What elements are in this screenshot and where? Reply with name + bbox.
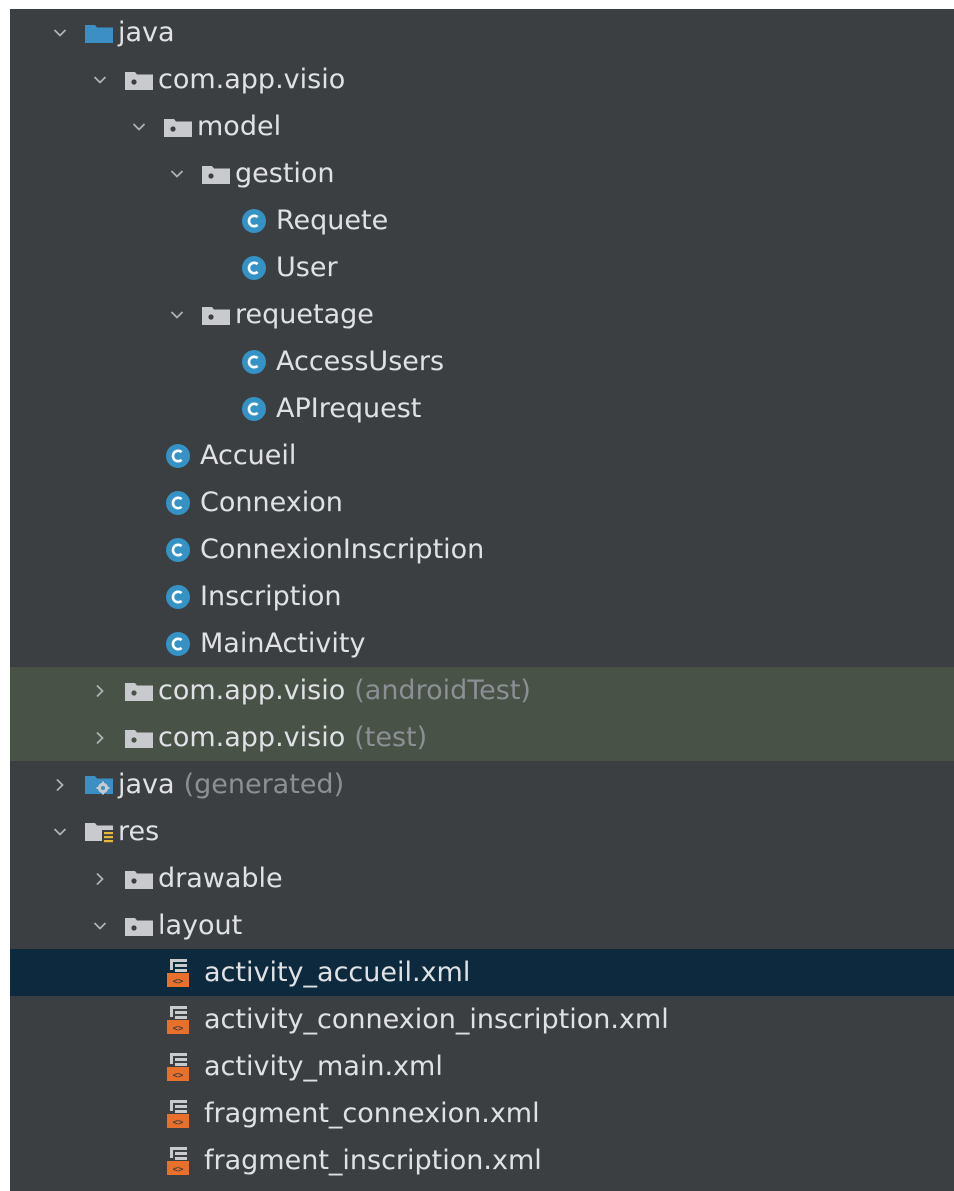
package-folder-icon [201, 163, 231, 185]
tree-item-com-app-visio-test[interactable]: com.app.visio (test) [10, 714, 954, 761]
tree-item-label: model [197, 111, 282, 142]
tree-item-label: activity_accueil.xml [204, 957, 471, 988]
package-folder-icon [163, 116, 193, 138]
tree-item-com-app-visio-android-test[interactable]: com.app.visio (androidTest) [10, 667, 954, 714]
tree-item-label: java [118, 17, 175, 48]
tree-item-access-users[interactable]: AccessUsers [10, 338, 954, 385]
tree-item-label: fragment_connexion.xml [204, 1098, 540, 1129]
tree-item-label: activity_main.xml [204, 1051, 443, 1082]
tree-item-label: fragment_inscription.xml [204, 1145, 542, 1176]
project-tree-panel: java com.app.visio model gestion Requete… [10, 9, 954, 1191]
chevron-down-icon[interactable] [127, 115, 151, 139]
tree-item-requetage[interactable]: requetage [10, 291, 954, 338]
java-class-icon [165, 490, 191, 516]
java-class-icon [165, 537, 191, 563]
tree-item-label: gestion [235, 158, 335, 189]
java-class-icon [241, 396, 267, 422]
tree-item-label: User [276, 252, 338, 283]
tree-item-inscription[interactable]: Inscription [10, 573, 954, 620]
tree-item-layout[interactable]: layout [10, 902, 954, 949]
tree-item-label: Inscription [200, 581, 342, 612]
tree-item-label: com.app.visio [158, 64, 346, 95]
tree-item-label: MainActivity [200, 628, 366, 659]
tree-item-activity-main-xml[interactable]: <> activity_main.xml [10, 1043, 954, 1090]
package-folder-icon [201, 304, 231, 326]
resources-folder-icon [84, 820, 114, 844]
svg-text:<>: <> [173, 1165, 184, 1175]
tree-item-label: AccessUsers [276, 346, 445, 377]
svg-text:<>: <> [173, 1071, 184, 1081]
chevron-down-icon[interactable] [88, 68, 112, 92]
tree-item-main-activity[interactable]: MainActivity [10, 620, 954, 667]
tree-item-api-request[interactable]: APIrequest [10, 385, 954, 432]
tree-item-label: Accueil [200, 440, 297, 471]
tree-item-accueil[interactable]: Accueil [10, 432, 954, 479]
tree-item-label: res [118, 816, 160, 847]
tree-item-res[interactable]: res [10, 808, 954, 855]
tree-item-requete[interactable]: Requete [10, 197, 954, 244]
tree-item-suffix: (generated) [183, 769, 345, 800]
tree-item-suffix: (test) [354, 722, 428, 753]
tree-item-label: Connexion [200, 487, 343, 518]
layout-xml-file-icon: <> [165, 1005, 199, 1035]
java-class-icon [241, 208, 267, 234]
java-class-icon [165, 631, 191, 657]
layout-xml-file-icon: <> [165, 1146, 199, 1176]
tree-item-label: APIrequest [276, 393, 422, 424]
chevron-right-icon[interactable] [48, 773, 72, 797]
tree-item-gestion[interactable]: gestion [10, 150, 954, 197]
tree-item-label: drawable [158, 863, 283, 894]
tree-item-label: ConnexionInscription [200, 534, 485, 565]
svg-text:<>: <> [173, 977, 184, 987]
tree-item-label: com.app.visio [158, 675, 346, 706]
java-class-icon [241, 255, 267, 281]
package-folder-icon [124, 680, 154, 702]
tree-item-model[interactable]: model [10, 103, 954, 150]
java-class-icon [165, 443, 191, 469]
chevron-right-icon[interactable] [88, 726, 112, 750]
chevron-down-icon[interactable] [165, 303, 189, 327]
generated-folder-icon [84, 773, 114, 797]
tree-item-drawable[interactable]: drawable [10, 855, 954, 902]
chevron-right-icon[interactable] [88, 679, 112, 703]
chevron-down-icon[interactable] [165, 162, 189, 186]
tree-item-label: java [118, 769, 175, 800]
svg-text:<>: <> [173, 1118, 184, 1128]
package-folder-icon [124, 727, 154, 749]
layout-xml-file-icon: <> [165, 1099, 199, 1129]
chevron-right-icon[interactable] [88, 867, 112, 891]
tree-item-user[interactable]: User [10, 244, 954, 291]
layout-xml-file-icon: <> [165, 958, 199, 988]
tree-item-suffix: (androidTest) [354, 675, 531, 706]
tree-item-activity-connexion-inscription-xml[interactable]: <> activity_connexion_inscription.xml [10, 996, 954, 1043]
java-class-icon [165, 584, 191, 610]
tree-item-label: activity_connexion_inscription.xml [204, 1004, 669, 1035]
chevron-down-icon[interactable] [48, 21, 72, 45]
tree-item-fragment-connexion-xml[interactable]: <> fragment_connexion.xml [10, 1090, 954, 1137]
tree-item-connexion-inscription[interactable]: ConnexionInscription [10, 526, 954, 573]
tree-item-label: layout [158, 910, 243, 941]
chevron-down-icon[interactable] [88, 914, 112, 938]
package-folder-icon [124, 915, 154, 937]
package-folder-icon [124, 69, 154, 91]
java-class-icon [241, 349, 267, 375]
tree-item-fragment-inscription-xml[interactable]: <> fragment_inscription.xml [10, 1137, 954, 1184]
chevron-down-icon[interactable] [48, 820, 72, 844]
tree-item-label: Requete [276, 205, 389, 236]
tree-item-com-app-visio[interactable]: com.app.visio [10, 56, 954, 103]
tree-item-activity-accueil-xml[interactable]: <> activity_accueil.xml [10, 949, 954, 996]
layout-xml-file-icon: <> [165, 1052, 199, 1082]
tree-item-connexion[interactable]: Connexion [10, 479, 954, 526]
tree-item-label: requetage [235, 299, 374, 330]
tree-item-label: com.app.visio [158, 722, 346, 753]
source-folder-icon [84, 22, 114, 44]
tree-item-java-generated[interactable]: java (generated) [10, 761, 954, 808]
svg-text:<>: <> [173, 1024, 184, 1034]
package-folder-icon [124, 868, 154, 890]
tree-item-java[interactable]: java [10, 9, 954, 56]
